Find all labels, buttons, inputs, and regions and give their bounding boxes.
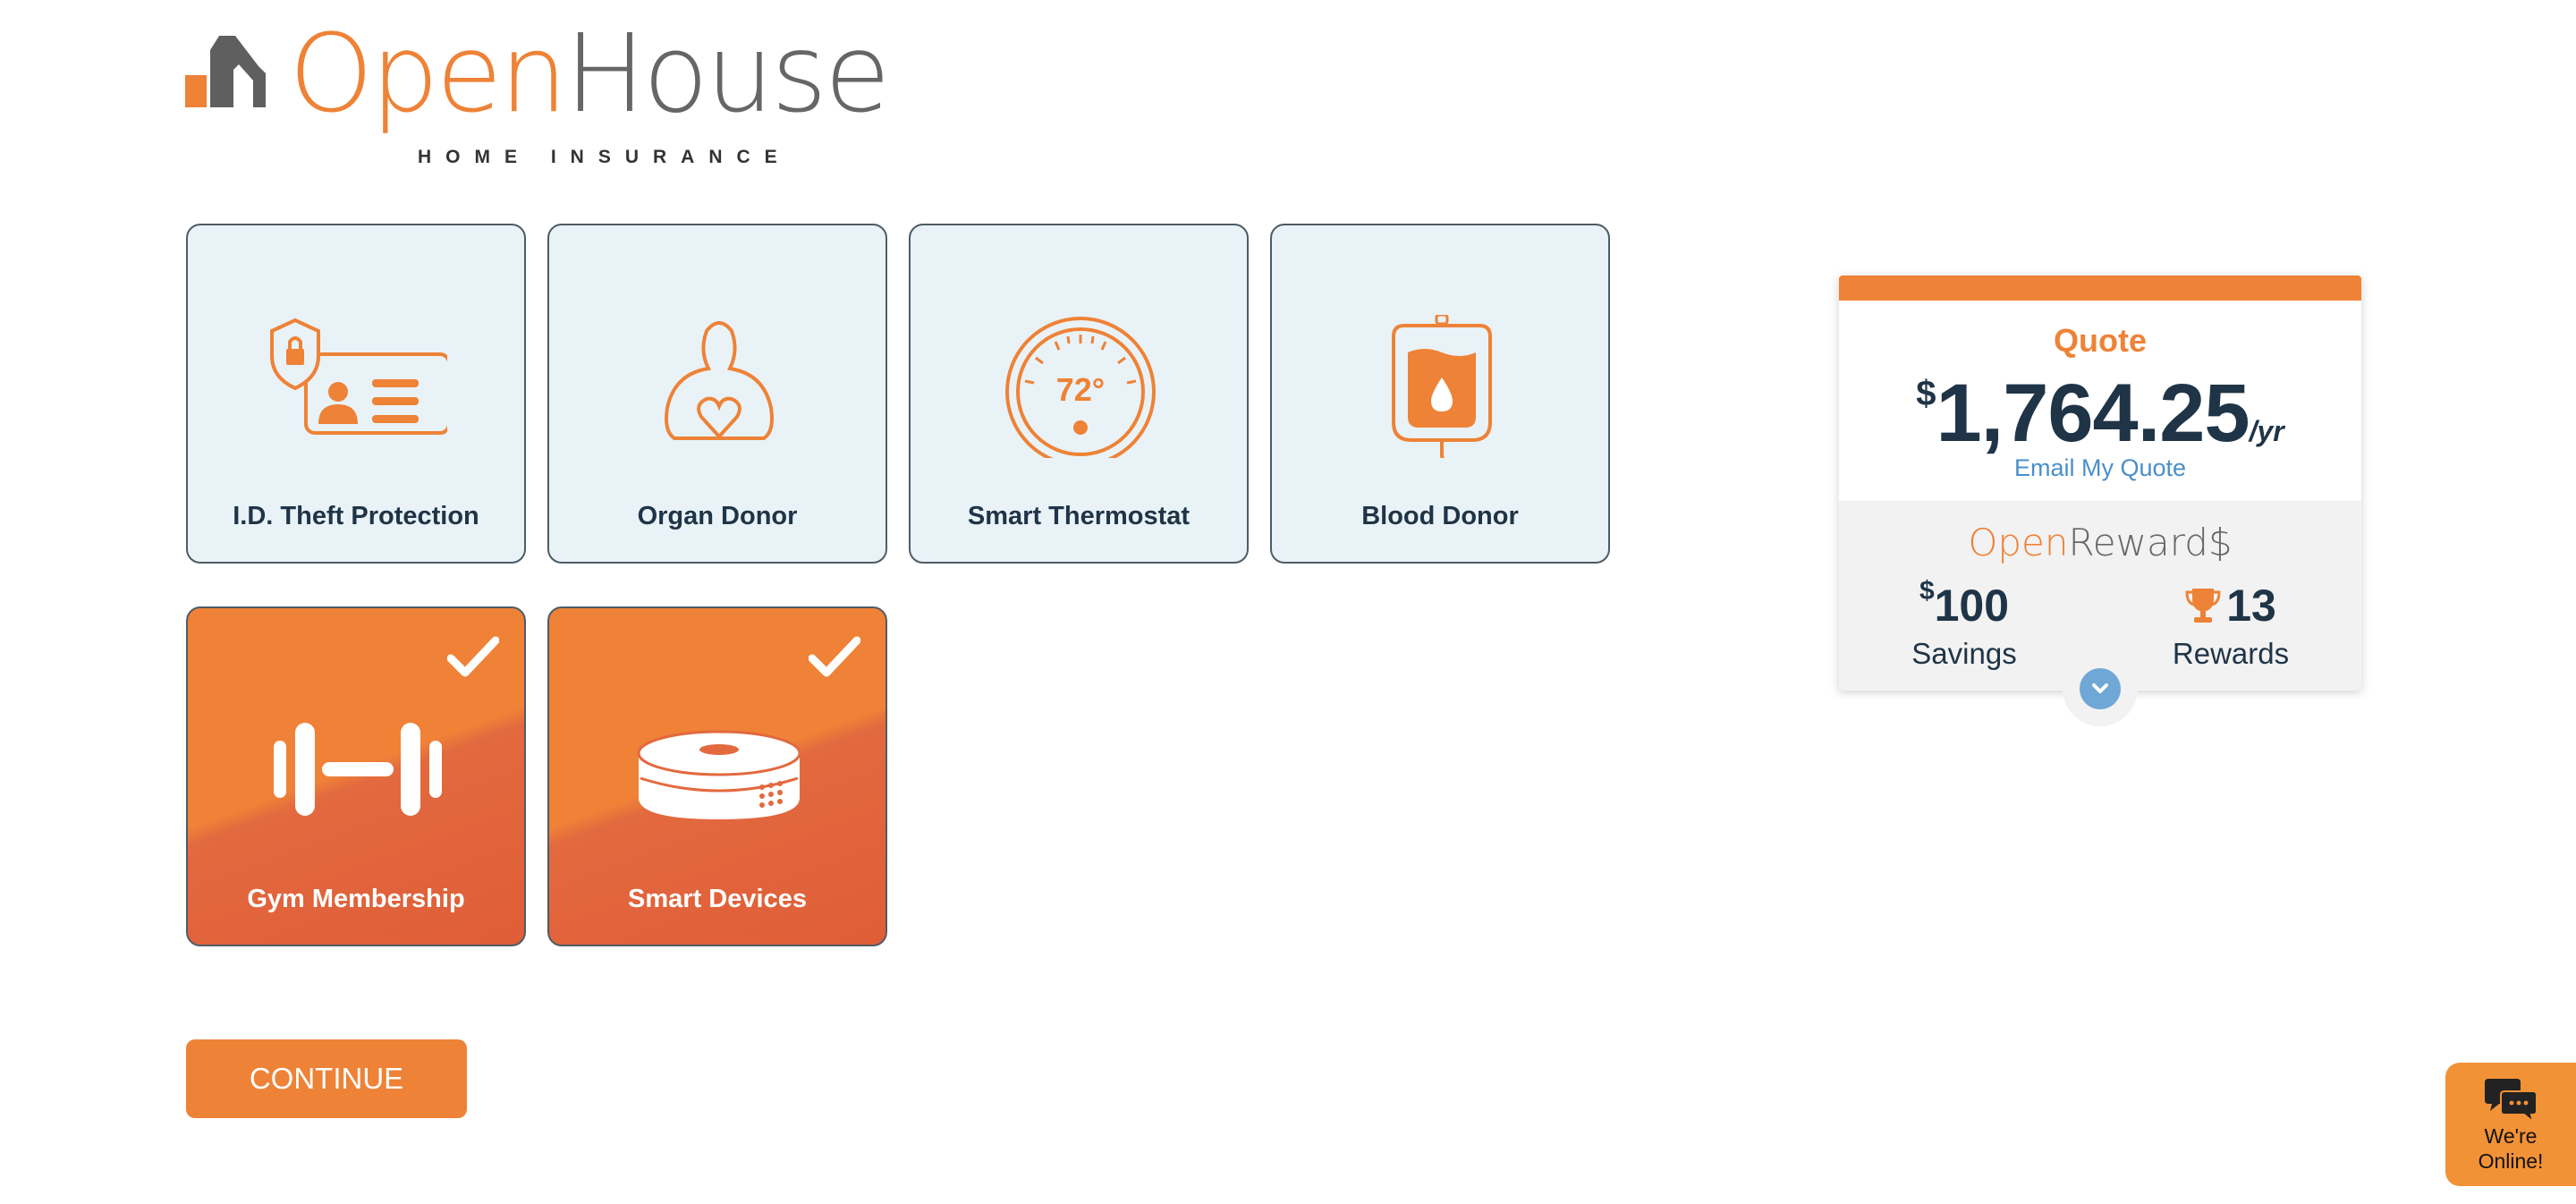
tile-id-theft-protection[interactable]: I.D. Theft Protection [186,224,526,564]
email-quote-link[interactable]: Email My Quote [1839,454,2361,482]
tile-label: Smart Devices [628,885,807,913]
savings-value: 100 [1934,581,2010,631]
quote-currency: $ [1916,374,1936,413]
id-card-shield-icon [270,318,447,435]
chat-bubbles-icon [2485,1079,2538,1122]
chat-line-1: We're [2484,1124,2538,1148]
rewards-title-rest: Reward$ [2068,521,2233,564]
logo-word-open: Open [289,13,568,137]
thermostat-temp-text: 72° [1056,371,1105,408]
tile-label: Smart Thermostat [967,502,1191,530]
quote-title: Quote [2054,322,2147,359]
thermostat-icon: 72° [1005,317,1156,458]
savings-caption: Savings [1911,637,2017,670]
tile-label: Gym Membership [247,885,465,913]
chevron-down-icon [2092,683,2108,693]
tile-gym-membership[interactable]: Gym Membership [186,606,526,946]
chat-line-2: Online! [2478,1149,2544,1173]
rewards-stat: 13 Rewards [2132,580,2329,671]
rewards-caption: Rewards [2172,637,2290,670]
logo-wordmark: OpenHouse [289,21,891,129]
dumbbell-icon [274,723,442,816]
expand-rewards-button[interactable] [2063,651,2138,726]
quote-period: /yr [2249,415,2284,447]
tile-label: Blood Donor [1361,502,1519,530]
smart-device-icon [637,730,801,819]
logo-tagline: HOME INSURANCE [418,147,792,167]
tile-label: Organ Donor [637,502,798,530]
tile-smart-thermostat[interactable]: 72° Smart Thermostat [909,224,1249,564]
house-logo-icon [185,36,266,107]
expand-button-circle [2080,668,2121,709]
chat-status-text: We're Online! [2445,1123,2576,1174]
continue-button[interactable]: CONTINUE [186,1039,467,1118]
trophy-icon [2185,588,2221,623]
rewards-value: 13 [2226,581,2276,631]
savings-currency: $ [1919,576,1935,606]
rewards-title: OpenReward$ [1839,521,2361,564]
tile-blood-donor[interactable]: Blood Donor [1270,224,1610,564]
tile-smart-devices[interactable]: Smart Devices [547,606,887,946]
checkmark-icon [447,636,499,677]
quote-card-top-bar [1839,276,2361,301]
chat-widget[interactable]: We're Online! [2445,1063,2576,1186]
quote-amount: 1,764.25 [1936,368,2250,459]
logo-word-house: House [564,13,891,137]
quote-card: Quote $1,764.25/yr Email My Quote OpenRe… [1839,276,2361,691]
checkmark-icon [809,636,860,677]
rewards-title-open: Open [1968,521,2069,564]
tile-label: I.D. Theft Protection [233,502,479,530]
quote-price: $1,764.25/yr [1839,367,2361,461]
organ-donor-icon [665,321,774,440]
openhouse-logo: OpenHouse HOME INSURANCE [183,21,891,179]
savings-stat: $100 Savings [1866,576,2063,671]
tile-organ-donor[interactable]: Organ Donor [547,224,887,564]
blood-bag-icon [1392,315,1492,458]
